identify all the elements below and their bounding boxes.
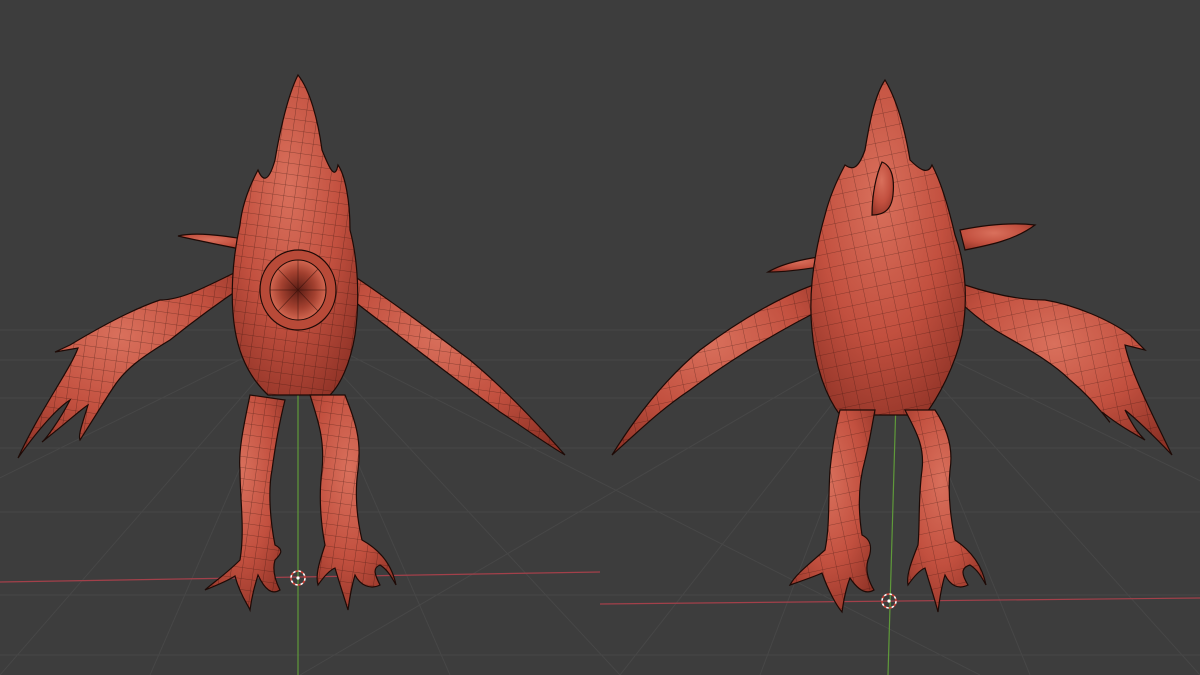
- 3d-viewport[interactable]: [0, 0, 1200, 675]
- x-axis-line: [599, 597, 1200, 605]
- creature-front-view[interactable]: [17, 73, 566, 613]
- y-axis-line: [887, 399, 897, 675]
- x-axis-line: [0, 571, 601, 583]
- floor-grid: [0, 329, 1200, 675]
- viewport-canvas[interactable]: [0, 0, 1200, 675]
